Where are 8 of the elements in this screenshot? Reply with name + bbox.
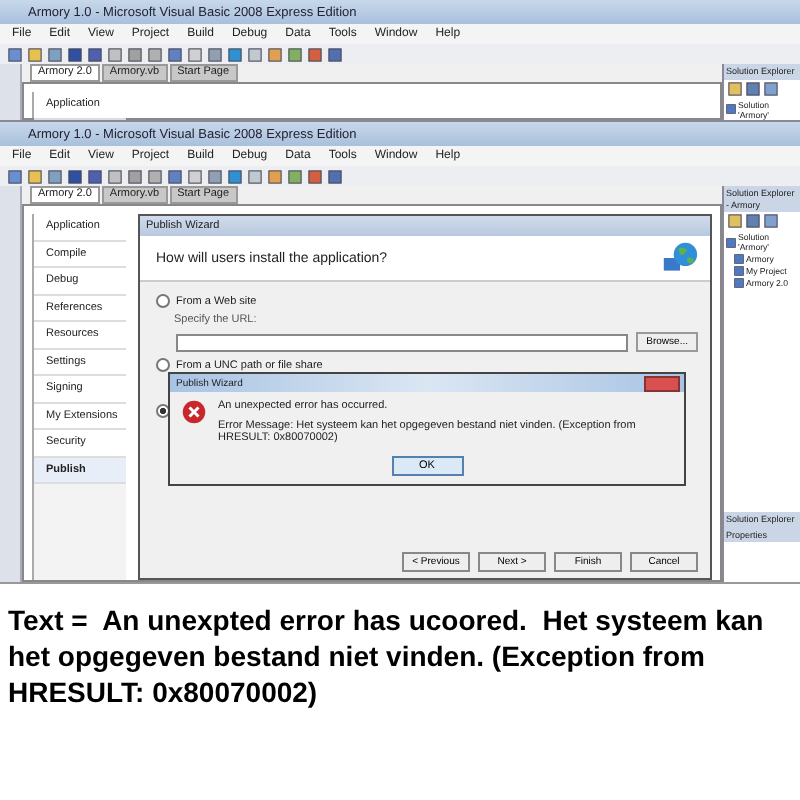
globe-icon	[662, 240, 698, 276]
url-field[interactable]	[176, 333, 629, 351]
toolbox-strip	[0, 64, 22, 120]
radio-button[interactable]	[156, 358, 170, 372]
close-button[interactable]	[644, 375, 680, 391]
error-icon	[182, 400, 206, 424]
caption-text: Text = An unexpted error has ucoored. Het systeem kan het opgegeven bestand niet vinden. (Exception from HRESULT: 0x80070002)	[6, 602, 766, 710]
radio-button[interactable]	[156, 294, 170, 308]
